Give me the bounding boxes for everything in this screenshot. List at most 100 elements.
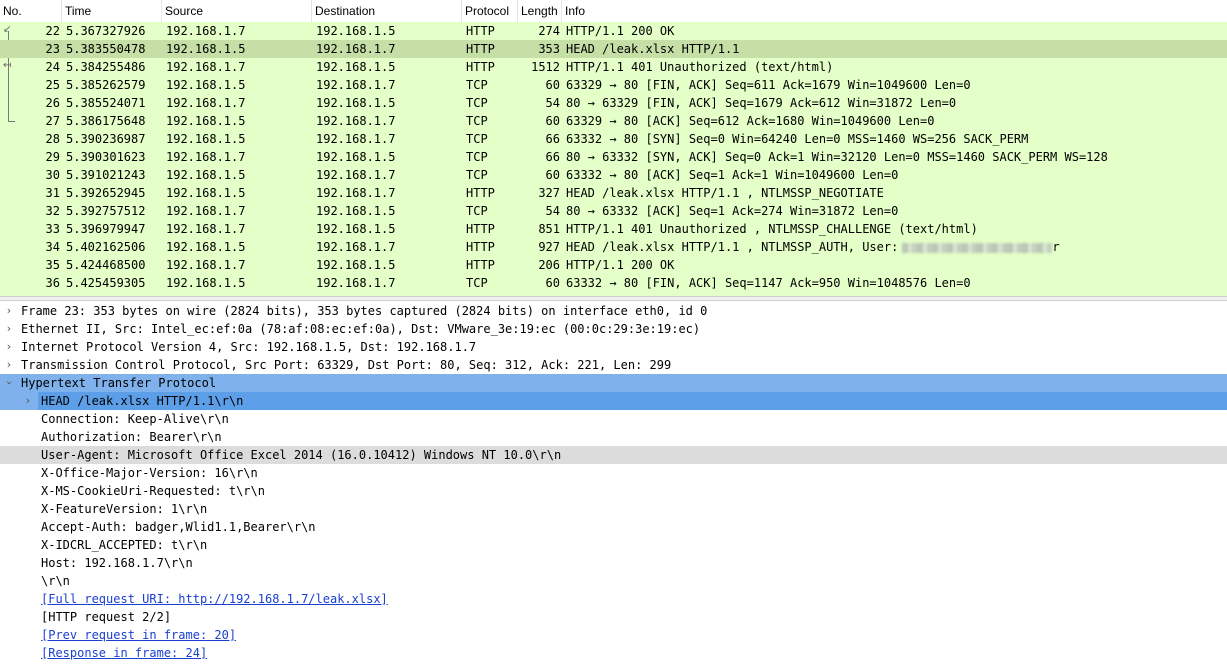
packet-protocol: HTTP	[466, 222, 495, 236]
packet-length: 60	[545, 114, 560, 128]
packet-length: 851	[538, 222, 560, 236]
expand-arrow-icon[interactable]: ›	[3, 356, 15, 374]
tree-item-label: X-MS-CookieUri-Requested: t\r\n	[41, 484, 265, 498]
packet-number: 29	[45, 150, 60, 164]
packet-row[interactable]: 30 5.391021243 192.168.1.5 192.168.1.7 TCP 60…	[0, 166, 1227, 184]
http-header-field[interactable]: Host: 192.168.1.7\r\n	[0, 554, 1227, 572]
packet-row[interactable]: 23 5.383550478 192.168.1.5 192.168.1.7 HTTP 3…	[0, 40, 1227, 58]
packet-row[interactable]: 32 5.392757512 192.168.1.7 192.168.1.5 TCP 54…	[0, 202, 1227, 220]
packet-time: 5.424468500	[66, 258, 146, 272]
column-header-destination[interactable]: Destination	[312, 0, 462, 22]
column-header-info[interactable]: Info	[562, 0, 1227, 22]
packet-destination: 192.168.1.7	[316, 114, 396, 128]
packet-length: 66	[545, 150, 560, 164]
tree-item-ethernet[interactable]: › Ethernet II, Src: Intel_ec:ef:0a (78:a…	[0, 320, 1227, 338]
column-header-protocol[interactable]: Protocol	[462, 0, 518, 22]
packet-number: 32	[45, 204, 60, 218]
packet-row[interactable]: 25 5.385262579 192.168.1.5 192.168.1.7 TCP 60…	[0, 76, 1227, 94]
packet-row[interactable]: 33 5.396979947 192.168.1.7 192.168.1.5 HTTP 8…	[0, 220, 1227, 238]
packet-info: HTTP/1.1 200 OK	[566, 24, 675, 38]
packet-row[interactable]: 31 5.392652945 192.168.1.5 192.168.1.7 HTTP 3…	[0, 184, 1227, 202]
column-header-source[interactable]: Source	[162, 0, 312, 22]
packet-info: HTTP/1.1 200 OK	[566, 258, 675, 272]
packet-destination: 192.168.1.7	[316, 132, 396, 146]
packet-source: 192.168.1.5	[166, 186, 246, 200]
redacted-username	[902, 242, 1053, 253]
packet-length: 60	[545, 78, 560, 92]
tree-item-http-request[interactable]: [HTTP request 2/2]	[0, 608, 1227, 626]
packet-info: HTTP/1.1 401 Unauthorized , NTLMSSP_CHAL…	[566, 222, 978, 236]
tree-item-response-in[interactable]: [Response in frame: 24]	[0, 644, 1227, 662]
http-header-field[interactable]: X-Office-Major-Version: 16\r\n	[0, 464, 1227, 482]
http-header-field[interactable]: X-IDCRL_ACCEPTED: t\r\n	[0, 536, 1227, 554]
packet-length: 60	[545, 168, 560, 182]
packet-info: 63332 → 80 [ACK] Seq=1 Ack=1 Win=1049600…	[566, 168, 899, 182]
http-header-field[interactable]: X-MS-CookieUri-Requested: t\r\n	[0, 482, 1227, 500]
column-header-time[interactable]: Time	[62, 0, 162, 22]
tree-item-ip[interactable]: › Internet Protocol Version 4, Src: 192.…	[0, 338, 1227, 356]
full-request-uri-link[interactable]: [Full request URI: http://192.168.1.7/le…	[41, 590, 388, 608]
tree-item-label: \r\n	[41, 574, 70, 588]
packet-length: 927	[538, 240, 560, 254]
http-header-field[interactable]: \r\n	[0, 572, 1227, 590]
collapse-arrow-icon[interactable]: ›	[0, 377, 18, 389]
http-header-field[interactable]: X-FeatureVersion: 1\r\n	[0, 500, 1227, 518]
packet-destination: 192.168.1.5	[316, 24, 396, 38]
packet-length: 54	[545, 96, 560, 110]
expand-arrow-icon[interactable]: ›	[3, 320, 15, 338]
packet-list[interactable]: ↙ ↤ 22 5.367327926 192.168.1.7 192.168.1.5 H…	[0, 22, 1227, 296]
tree-item-http[interactable]: › Hypertext Transfer Protocol	[0, 374, 1227, 392]
http-header-field[interactable]: Authorization: Bearer\r\n	[0, 428, 1227, 446]
packet-number: 26	[45, 96, 60, 110]
packet-row[interactable]: 34 5.402162506 192.168.1.5 192.168.1.7 HTTP 9…	[0, 238, 1227, 256]
packet-number: 33	[45, 222, 60, 236]
expand-arrow-icon[interactable]: ›	[22, 392, 34, 410]
expand-arrow-icon[interactable]: ›	[3, 302, 15, 320]
packet-time: 5.384255486	[66, 60, 146, 74]
packet-info: HTTP/1.1 401 Unauthorized (text/html)	[566, 60, 834, 74]
packet-length: 206	[538, 258, 560, 272]
response-in-frame-link[interactable]: [Response in frame: 24]	[41, 644, 207, 662]
packet-row[interactable]: 27 5.386175648 192.168.1.5 192.168.1.7 TCP 60…	[0, 112, 1227, 130]
packet-length: 327	[538, 186, 560, 200]
packet-row[interactable]: 24 5.384255486 192.168.1.7 192.168.1.5 HTTP 1…	[0, 58, 1227, 76]
packet-row[interactable]: 35 5.424468500 192.168.1.7 192.168.1.5 HTTP 2…	[0, 256, 1227, 274]
packet-time: 5.392757512	[66, 204, 146, 218]
packet-destination: 192.168.1.7	[316, 186, 396, 200]
packet-time: 5.392652945	[66, 186, 146, 200]
tree-item-prev-request[interactable]: [Prev request in frame: 20]	[0, 626, 1227, 644]
packet-protocol: HTTP	[466, 258, 495, 272]
packet-row[interactable]: 28 5.390236987 192.168.1.5 192.168.1.7 TCP 66…	[0, 130, 1227, 148]
packet-length: 54	[545, 204, 560, 218]
tree-item-frame[interactable]: › Frame 23: 353 bytes on wire (2824 bits…	[0, 302, 1227, 320]
packet-row[interactable]: 26 5.385524071 192.168.1.7 192.168.1.5 TCP 54…	[0, 94, 1227, 112]
packet-destination: 192.168.1.7	[316, 42, 396, 56]
tree-item-tcp[interactable]: › Transmission Control Protocol, Src Por…	[0, 356, 1227, 374]
packet-destination: 192.168.1.5	[316, 204, 396, 218]
packet-row[interactable]: 22 5.367327926 192.168.1.7 192.168.1.5 HTTP 2…	[0, 22, 1227, 40]
column-header-no[interactable]: No.	[0, 0, 62, 22]
packet-row[interactable]: 36 5.425459305 192.168.1.5 192.168.1.7 TCP 60…	[0, 274, 1227, 292]
packet-destination: 192.168.1.5	[316, 150, 396, 164]
packet-number: 35	[45, 258, 60, 272]
packet-destination: 192.168.1.5	[316, 96, 396, 110]
packet-source: 192.168.1.5	[166, 132, 246, 146]
packet-protocol: HTTP	[466, 42, 495, 56]
packet-source: 192.168.1.7	[166, 150, 246, 164]
prev-request-link[interactable]: [Prev request in frame: 20]	[41, 626, 236, 644]
packet-protocol: TCP	[466, 96, 488, 110]
http-header-field[interactable]: Accept-Auth: badger,Wlid1.1,Bearer\r\n	[0, 518, 1227, 536]
packet-source: 192.168.1.7	[166, 222, 246, 236]
tree-item-full-uri[interactable]: [Full request URI: http://192.168.1.7/le…	[0, 590, 1227, 608]
tree-item-request-line[interactable]: › HEAD /leak.xlsx HTTP/1.1\r\n	[0, 392, 1227, 410]
http-header-field[interactable]: User-Agent: Microsoft Office Excel 2014 …	[0, 446, 1227, 464]
packet-details-pane[interactable]: › Frame 23: 353 bytes on wire (2824 bits…	[0, 301, 1227, 666]
packet-destination: 192.168.1.7	[316, 276, 396, 290]
column-header-length[interactable]: Length	[518, 0, 562, 22]
http-header-field[interactable]: Connection: Keep-Alive\r\n	[0, 410, 1227, 428]
expand-arrow-icon[interactable]: ›	[3, 338, 15, 356]
packet-source: 192.168.1.7	[166, 60, 246, 74]
packet-number: 22	[45, 24, 60, 38]
packet-row[interactable]: 29 5.390301623 192.168.1.7 192.168.1.5 TCP 66…	[0, 148, 1227, 166]
packet-time: 5.383550478	[66, 42, 146, 56]
